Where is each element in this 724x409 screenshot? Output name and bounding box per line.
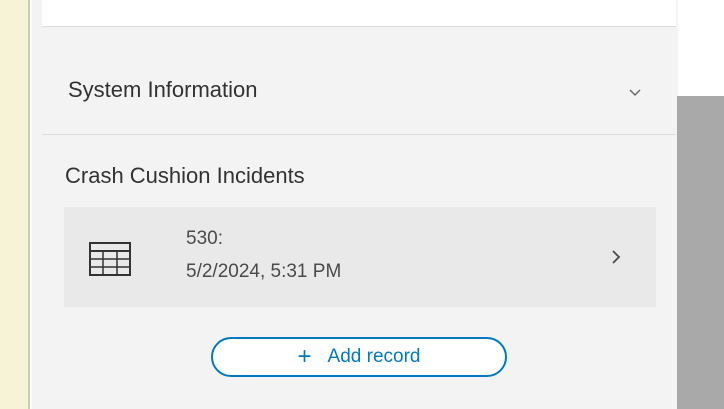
record-date: 5/2/2024, 5:31 PM <box>186 261 342 282</box>
chevron-right-icon <box>612 250 621 264</box>
scrollbar-thumb[interactable] <box>677 96 724 409</box>
left-accent-bar <box>0 0 30 409</box>
related-records-title: Crash Cushion Incidents <box>65 163 305 188</box>
top-section-divider <box>42 0 676 27</box>
add-record-label: Add record <box>327 346 421 367</box>
add-record-button[interactable]: + Add record <box>211 337 507 377</box>
section-title: System Information <box>68 77 258 102</box>
table-icon <box>89 242 131 276</box>
record-id: 530: <box>186 228 223 249</box>
related-record-item[interactable]: 530: 5/2/2024, 5:31 PM <box>64 207 656 307</box>
system-information-header[interactable]: System Information <box>42 54 676 135</box>
plus-icon: + <box>297 343 312 370</box>
chevron-down-icon <box>629 89 641 97</box>
